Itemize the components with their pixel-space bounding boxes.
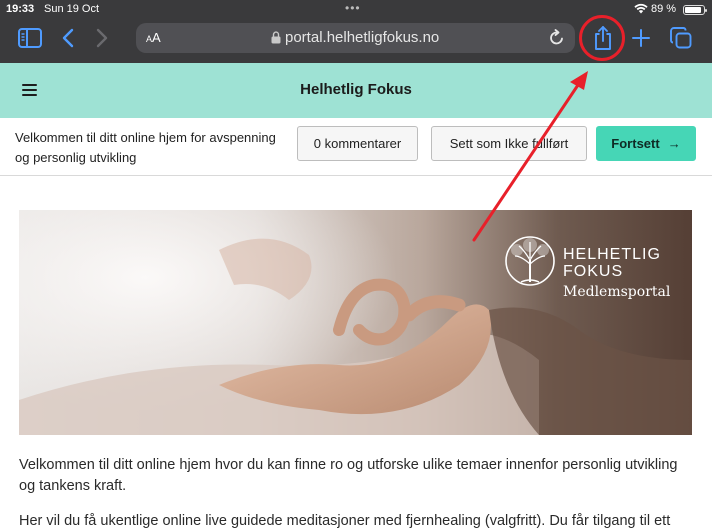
lock-icon xyxy=(271,31,281,49)
brand-logo: HELHETLIG FOKUS Medlemsportal xyxy=(501,234,681,314)
battery-icon xyxy=(683,5,707,15)
address-bar[interactable]: AA portal.helhetligfokus.no xyxy=(136,23,575,53)
annotation-circle xyxy=(579,15,625,61)
back-icon[interactable] xyxy=(58,27,78,49)
sidebar-icon[interactable] xyxy=(17,27,43,49)
status-time: 19:33 xyxy=(6,3,35,15)
lesson-title: Velkommen til ditt online hjem for avs­p… xyxy=(15,130,276,165)
tabs-icon[interactable] xyxy=(669,26,693,50)
brand-name-line1: HELHETLIG xyxy=(563,246,661,263)
continue-button-label: Fortsett xyxy=(611,136,660,151)
arrow-right-icon: → xyxy=(667,136,681,151)
brand-name-line2: FOKUS xyxy=(563,263,624,280)
tree-logo-icon xyxy=(505,236,555,286)
mark-incomplete-label: Sett som Ikke fullført xyxy=(449,136,569,151)
multitasking-dots-icon[interactable]: ••• xyxy=(345,1,361,15)
comments-button-label: 0 kommentarer xyxy=(313,136,402,151)
battery-percent: 89 % xyxy=(651,3,677,15)
forward-icon[interactable] xyxy=(92,27,112,49)
page-content: Velkommen til ditt online hjem hvor du k… xyxy=(19,455,695,529)
comments-button[interactable]: 0 kommentarer xyxy=(297,126,418,161)
wifi-icon xyxy=(634,3,648,17)
brand-subtitle: Medlemsportal xyxy=(563,284,671,300)
text-size-button[interactable]: AA xyxy=(146,30,161,45)
site-title[interactable]: Helhetlig Fokus xyxy=(0,81,712,98)
hero-banner: HELHETLIG FOKUS Medlemsportal xyxy=(19,210,692,435)
url-text[interactable]: portal.helhetligfokus.no xyxy=(285,29,439,46)
continue-button[interactable]: Fortsett → xyxy=(596,126,696,161)
reload-icon[interactable] xyxy=(549,29,565,51)
lesson-bar: Velkommen til ditt online hjem for avs­p… xyxy=(0,118,712,176)
site-header: Helhetlig Fokus xyxy=(0,63,712,118)
second-paragraph: Her vil du få ukentlige online live guid… xyxy=(19,513,671,529)
status-date: Sun 19 Oct xyxy=(44,3,100,15)
intro-paragraph: Velkommen til ditt online hjem hvor du k… xyxy=(19,457,678,494)
plus-icon[interactable] xyxy=(630,27,652,49)
mark-incomplete-button[interactable]: Sett som Ikke fullført xyxy=(431,126,587,161)
